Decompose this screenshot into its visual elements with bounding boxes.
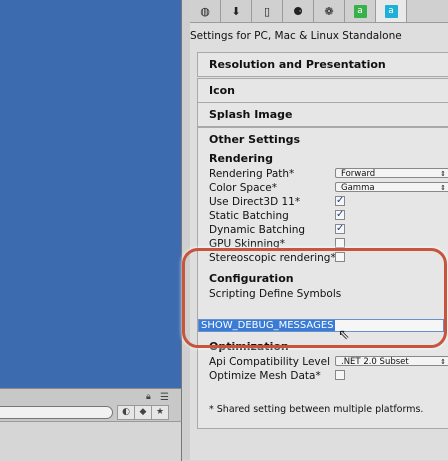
optimize-mesh-checkbox[interactable]: [335, 370, 345, 380]
api-compat-select[interactable]: .NET 2.0 Subset ⇕: [335, 356, 448, 367]
tab-ios[interactable]: ▯: [252, 0, 283, 22]
section-resolution-title: Resolution and Presentation: [209, 58, 386, 71]
green-a-icon: a: [353, 4, 367, 18]
download-icon: ⬇: [231, 4, 241, 18]
project-panel: [0, 421, 182, 461]
color-space-value: Gamma: [341, 183, 375, 193]
static-batching-label: Static Batching: [209, 210, 289, 222]
filter-by-type-icon[interactable]: ◐: [117, 405, 135, 420]
d3d11-checkbox[interactable]: ✓: [335, 196, 345, 206]
filter-by-label-icon[interactable]: ◆: [134, 405, 152, 420]
section-splash[interactable]: Splash Image: [197, 102, 448, 127]
color-space-select[interactable]: Gamma ⇕: [335, 182, 448, 193]
api-compat-value: .NET 2.0 Subset: [341, 357, 409, 367]
shared-setting-footnote: * Shared setting between multiple platfo…: [209, 404, 424, 415]
scene-view[interactable]: [0, 0, 182, 388]
project-search-input[interactable]: [0, 406, 113, 419]
configuration-highlight-ring: [182, 248, 447, 348]
tab-green-a[interactable]: a: [345, 0, 376, 22]
updown-arrow-icon: ⇕: [440, 170, 446, 178]
rendering-path-value: Forward: [341, 169, 376, 179]
tab-blue-a[interactable]: a: [376, 0, 407, 22]
section-resolution[interactable]: Resolution and Presentation: [197, 52, 448, 77]
api-compat-label: Api Compatibility Level: [209, 356, 331, 368]
dynamic-batching-checkbox[interactable]: ✓: [335, 224, 345, 234]
tab-web-player[interactable]: ◍: [190, 0, 221, 22]
globe-icon: ◍: [200, 4, 210, 18]
static-batching-checkbox[interactable]: ✓: [335, 210, 345, 220]
rendering-path-select[interactable]: Forward ⇕: [335, 168, 448, 179]
dynamic-batching-label: Dynamic Batching: [209, 224, 306, 236]
gpu-skinning-checkbox[interactable]: [335, 238, 345, 248]
rendering-path-label: Rendering Path*: [209, 168, 295, 180]
tab-blackberry[interactable]: ❁: [314, 0, 345, 22]
optimize-mesh-label: Optimize Mesh Data*: [209, 370, 321, 382]
d3d11-label: Use Direct3D 11*: [209, 196, 301, 208]
project-toolbar: 🔒︎ ☰ ◐ ◆ ★: [0, 388, 182, 421]
favorite-star-icon[interactable]: ★: [151, 405, 169, 420]
panel-menu-icon[interactable]: ☰: [160, 392, 169, 403]
updown-arrow-icon: ⇕: [440, 184, 446, 192]
inspector-panel: ◍ ⬇ ▯ ⚈ ❁ a a Settings for PC, Mac & Lin…: [190, 0, 448, 460]
section-icon-title: Icon: [209, 84, 236, 97]
section-icon[interactable]: Icon: [197, 78, 448, 103]
phone-icon: ▯: [263, 4, 271, 18]
tab-standalone[interactable]: ⬇: [221, 0, 252, 22]
lock-icon[interactable]: 🔒︎: [146, 392, 151, 402]
blue-a-icon: a: [384, 4, 398, 18]
blackberry-icon: ❁: [324, 4, 334, 18]
color-space-label: Color Space*: [209, 182, 277, 194]
section-other-title[interactable]: Other Settings: [209, 133, 300, 146]
android-icon: ⚈: [293, 4, 303, 18]
settings-for-label: Settings for PC, Mac & Linux Standalone: [190, 30, 402, 42]
tab-android[interactable]: ⚈: [283, 0, 314, 22]
section-splash-title: Splash Image: [209, 108, 293, 121]
rendering-heading: Rendering: [209, 152, 273, 165]
platform-tabs: ◍ ⬇ ▯ ⚈ ❁ a a: [190, 0, 448, 23]
updown-arrow-icon: ⇕: [440, 358, 446, 366]
